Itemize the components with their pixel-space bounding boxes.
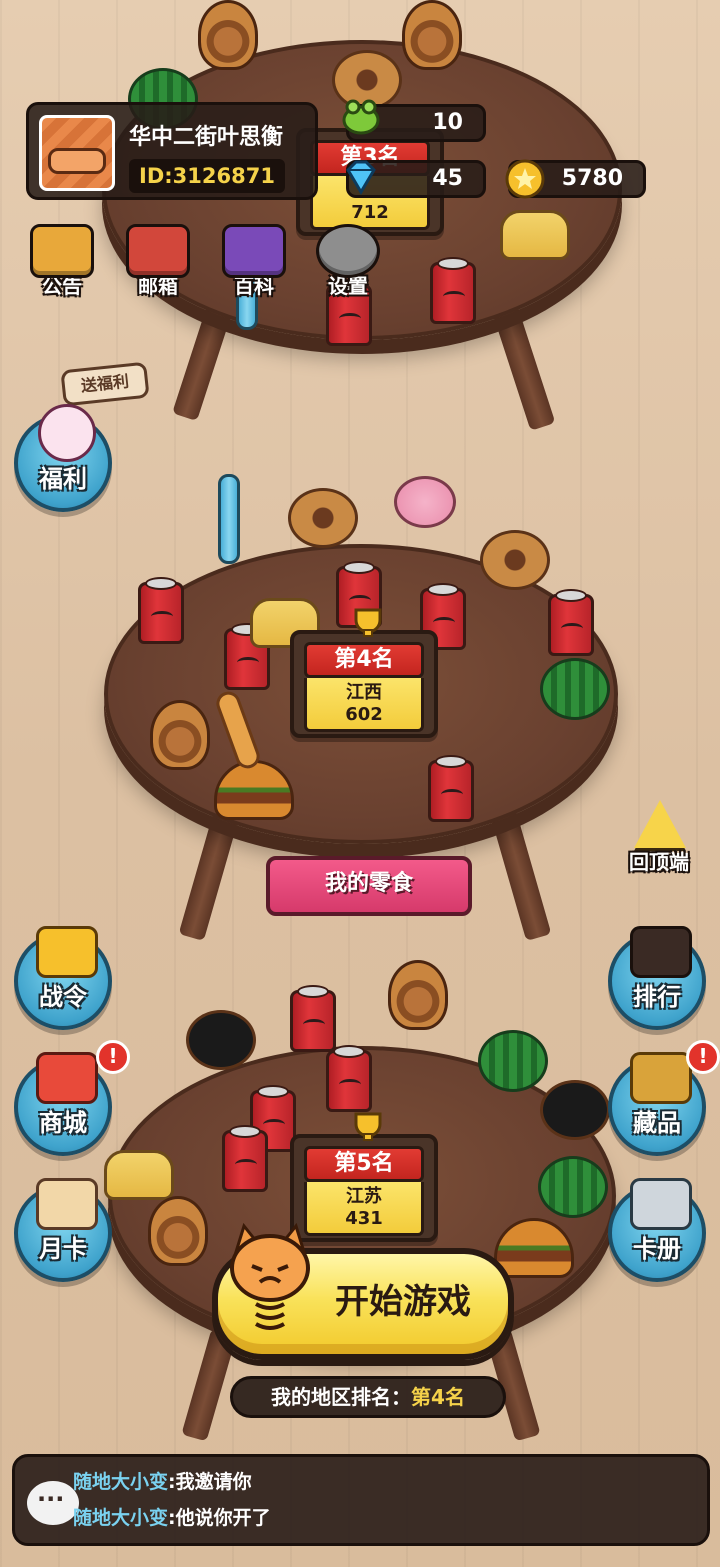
chat-text: :他说你开了 (168, 1507, 271, 1529)
collection-button[interactable]: 藏品 (608, 1052, 706, 1156)
chart-board-icon (630, 926, 692, 978)
battle-pass-button[interactable]: 战令 (14, 926, 112, 1030)
mailbox-icon (126, 224, 190, 278)
rank-body: 江西 602 (304, 678, 424, 732)
arrow-up-icon (634, 800, 686, 848)
album-icon (630, 1178, 692, 1230)
profile-card[interactable]: 华中二街叶思衡 ID:3126871 (26, 102, 318, 200)
snack-soda-can (290, 985, 336, 1052)
bunny-icon (38, 404, 96, 462)
card-icon (36, 1178, 98, 1230)
chat-user: 随地大小变 (73, 1507, 169, 1529)
monthly-card-label: 月卡 (39, 1235, 87, 1263)
rank-region: 江西 (346, 682, 382, 703)
snack-cone (148, 1196, 208, 1266)
snack-sandwich-cookie (540, 1080, 610, 1140)
chat-bubble-icon[interactable] (27, 1481, 79, 1525)
my-snacks-banner: 我的零食 (266, 856, 472, 916)
trophy-icon (354, 608, 382, 637)
rank-place: 第5名 (304, 1146, 424, 1182)
welfare-button[interactable]: 福利 (14, 404, 112, 512)
snack-soda-can (430, 257, 476, 324)
leaderboard-label: 排行 (633, 983, 681, 1011)
rank-value: 712 (351, 202, 389, 223)
chat-message: 随地大小变:他说你开了 (73, 1503, 271, 1530)
rank-place: 第4名 (304, 642, 424, 678)
ticket-count: 10 (432, 110, 463, 135)
notification-badge: ! (96, 1040, 130, 1074)
coin-icon (505, 159, 545, 199)
rank-body: 江苏 431 (304, 1182, 424, 1236)
avatar[interactable] (39, 115, 115, 191)
snack-cone (198, 0, 258, 70)
shop-button[interactable]: 商城 (14, 1052, 112, 1156)
snack-sandwich-cookie (186, 1010, 256, 1070)
shopping-basket-icon (36, 1052, 98, 1104)
shop-label: 商城 (39, 1109, 87, 1137)
gift-tag[interactable]: 送福利 (60, 361, 150, 407)
chat-message: 随地大小变:我邀请你 (73, 1467, 252, 1494)
trophy-icon (354, 1112, 382, 1141)
region-rank-label: 我的地区排名： (271, 1385, 412, 1409)
snack-cookie (288, 488, 358, 548)
snack-watermelon (540, 658, 610, 720)
chat-text: :我邀请你 (168, 1471, 252, 1493)
snack-soda-can (548, 589, 594, 656)
table-leg (178, 808, 240, 942)
snack-watermelon (538, 1156, 608, 1218)
notification-badge: ! (686, 1040, 720, 1074)
snack-watermelon (478, 1030, 548, 1092)
rank-value: 602 (345, 704, 383, 725)
snack-soda-can (138, 577, 184, 644)
gear-icon (316, 224, 380, 278)
mailbox-button[interactable]: 邮箱 (122, 224, 194, 298)
snack-cone (150, 700, 210, 770)
announcement-button[interactable]: 公告 (26, 224, 98, 298)
region-rank: 我的地区排名：第4名 (230, 1376, 506, 1418)
rank-plaque: 第4名 江西 602 (290, 608, 438, 738)
encyclopedia-button[interactable]: 百科 (218, 224, 290, 298)
monthly-card-button[interactable]: 月卡 (14, 1178, 112, 1282)
encyclopedia-icon (222, 224, 286, 278)
rank-value: 431 (345, 1208, 383, 1229)
trophy-icon (36, 926, 98, 978)
welfare-label: 福利 (39, 465, 87, 493)
start-game-label: 开始游戏 (335, 1282, 471, 1322)
cat-mascot-icon (230, 1222, 310, 1330)
battle-pass-label: 战令 (39, 983, 87, 1011)
table-leg (490, 299, 556, 431)
snack-soda-can (326, 1045, 372, 1112)
table-leg (490, 808, 552, 942)
region-rank-value: 第4名 (411, 1385, 465, 1409)
cabinet-icon (630, 1052, 692, 1104)
diamond-icon (346, 160, 376, 195)
snack-cookie (480, 530, 550, 590)
frog-ticket-icon (342, 99, 380, 135)
card-album-button[interactable]: 卡册 (608, 1178, 706, 1282)
snack-pudding (500, 210, 570, 260)
player-id: ID:3126871 (129, 159, 285, 193)
chat-user: 随地大小变 (73, 1471, 169, 1493)
bell-icon (30, 224, 94, 278)
snack-soda-can (428, 755, 474, 822)
collection-label: 藏品 (633, 1109, 681, 1137)
snack-pinecone (388, 960, 448, 1030)
snack-cupcake (394, 476, 456, 528)
back-to-top-button[interactable]: 回顶端 (622, 800, 696, 874)
rank-region: 江苏 (346, 1186, 382, 1207)
back-to-top-label: 回顶端 (629, 850, 689, 874)
player-name: 华中二街叶思衡 (129, 125, 284, 150)
coin-count: 5780 (561, 166, 623, 191)
chat-bar[interactable]: 随地大小变:我邀请你 随地大小变:他说你开了 (12, 1454, 710, 1546)
snack-pudding (104, 1150, 174, 1200)
gem-count: 45 (432, 166, 463, 191)
leaderboard-button[interactable]: 排行 (608, 926, 706, 1030)
snack-cone (402, 0, 462, 70)
snack-bottle (218, 474, 240, 564)
snack-soda-can (222, 1125, 268, 1192)
card-album-label: 卡册 (633, 1235, 681, 1263)
settings-button[interactable]: 设置 (312, 224, 384, 298)
